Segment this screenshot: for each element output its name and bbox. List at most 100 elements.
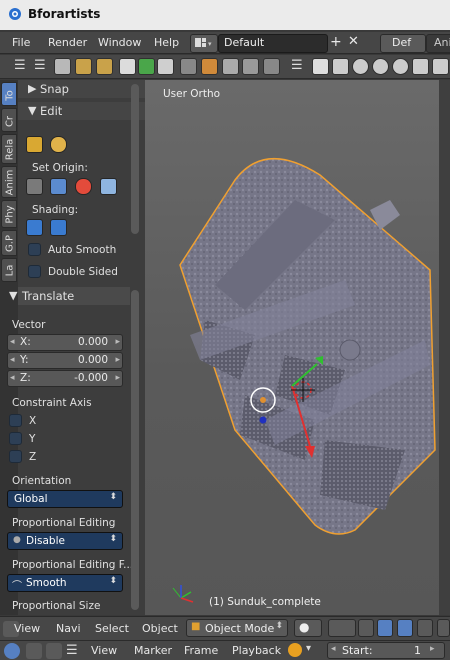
rotate-manipulator-icon[interactable]: [397, 619, 413, 637]
translate-manipulator-icon[interactable]: [377, 619, 393, 637]
menu-help[interactable]: Help: [154, 36, 179, 49]
decrement-arrow-icon[interactable]: ◂: [10, 355, 15, 365]
add-cube-icon[interactable]: [332, 58, 349, 75]
add-layout-icon[interactable]: +: [330, 34, 342, 50]
vector-y-field[interactable]: ◂ Y: 0.000 ▸: [7, 352, 123, 369]
duplicate-icon[interactable]: [50, 136, 67, 153]
tab-animation[interactable]: Anim: [1, 166, 17, 198]
vector-y-label: Y:: [20, 354, 29, 366]
render-image-icon[interactable]: [222, 58, 239, 75]
mode-dropdown[interactable]: ■ Object Mode ⬍: [186, 619, 288, 637]
timeline-menu-marker[interactable]: Marker: [134, 644, 172, 657]
hamburger-icon[interactable]: ☰: [291, 58, 303, 73]
transform-orientation-icon[interactable]: [437, 619, 450, 637]
import-icon[interactable]: [157, 58, 174, 75]
constraint-z-checkbox[interactable]: [9, 450, 22, 463]
shade-flat-icon[interactable]: [50, 219, 67, 236]
tab-relations-label: Rela: [4, 138, 16, 161]
save-icon[interactable]: [119, 58, 136, 75]
menu-window[interactable]: Window: [98, 36, 141, 49]
edit-panel-header[interactable]: ▼ Edit: [18, 102, 145, 120]
start-frame-field[interactable]: ◂ Start: 1 ▸: [327, 642, 445, 659]
proportional-editing-dropdown[interactable]: ● Disable ⬍: [7, 532, 123, 550]
origin-to-geometry-icon[interactable]: [26, 178, 43, 195]
decrement-arrow-icon[interactable]: ◂: [10, 373, 15, 383]
expand-arrow-icon: ▼: [9, 289, 18, 302]
join-icon[interactable]: [26, 136, 43, 153]
constraint-y-checkbox[interactable]: [9, 432, 22, 445]
layout-name-field[interactable]: Default: [218, 34, 328, 53]
proportional-falloff-dropdown[interactable]: ⌒ Smooth ⬍: [7, 574, 123, 592]
hamburger-icon[interactable]: ☰: [66, 643, 78, 658]
increment-arrow-icon[interactable]: ▸: [115, 337, 120, 347]
record-keyframe-icon[interactable]: [288, 643, 302, 657]
double-sided-checkbox[interactable]: [28, 265, 41, 278]
add-circle-icon[interactable]: [352, 58, 369, 75]
origin-to-center-of-mass-icon[interactable]: [100, 178, 117, 195]
tab-physics[interactable]: Phy: [1, 200, 17, 228]
header-menu-view[interactable]: View: [14, 622, 40, 635]
link-icon[interactable]: [180, 58, 197, 75]
orientation-dropdown[interactable]: Global ⬍: [7, 490, 123, 508]
menu-file[interactable]: File: [12, 36, 30, 49]
timeline-editor-icon[interactable]: [4, 643, 20, 659]
channels-icon[interactable]: [46, 643, 62, 659]
increment-arrow-icon[interactable]: ▸: [430, 644, 435, 654]
shade-smooth-icon[interactable]: [26, 219, 43, 236]
manipulator-toggle-icon[interactable]: [358, 619, 374, 637]
constraint-x-checkbox[interactable]: [9, 414, 22, 427]
menu-render[interactable]: Render: [48, 36, 87, 49]
geometry-to-origin-icon[interactable]: [50, 178, 67, 195]
scene-tab-def[interactable]: Def: [380, 34, 426, 53]
vector-z-field[interactable]: ◂ Z: -0.000 ▸: [7, 370, 123, 387]
layout-selector-button[interactable]: ▾: [190, 34, 218, 53]
vector-x-field[interactable]: ◂ X: 0.000 ▸: [7, 334, 123, 351]
viewport-shading-dropdown[interactable]: ●: [294, 619, 322, 637]
operator-panel-scrollbar[interactable]: [131, 290, 139, 610]
timeline-menu-playback[interactable]: Playback: [232, 644, 281, 657]
vector-x-label: X:: [20, 336, 31, 348]
decrement-arrow-icon[interactable]: ◂: [10, 337, 15, 347]
recent-folder-icon[interactable]: [96, 58, 113, 75]
timeline-menu-view[interactable]: View: [91, 644, 117, 657]
tab-tools[interactable]: To: [1, 82, 17, 106]
render-animation-icon[interactable]: [242, 58, 259, 75]
header-menu-select[interactable]: Select: [95, 622, 129, 635]
render-settings-icon[interactable]: [263, 58, 280, 75]
curve-icon[interactable]: [26, 643, 42, 659]
tab-relations[interactable]: Rela: [1, 134, 17, 164]
origin-to-cursor-icon[interactable]: [75, 178, 92, 195]
tab-layers-label: La: [4, 264, 16, 277]
add-cone-icon[interactable]: [432, 58, 449, 75]
3d-viewport[interactable]: User Ortho (1) Sunduk_complete: [145, 80, 450, 615]
undo-icon[interactable]: [201, 58, 218, 75]
translate-panel-header[interactable]: ▼ Translate: [9, 287, 130, 305]
scale-manipulator-icon[interactable]: [417, 619, 433, 637]
auto-smooth-checkbox[interactable]: [28, 243, 41, 256]
tab-layers[interactable]: La: [1, 258, 17, 282]
tab-create[interactable]: Cr: [1, 108, 17, 132]
header-menu-navi[interactable]: Navi: [56, 622, 81, 635]
remove-layout-icon[interactable]: ✕: [348, 34, 359, 49]
add-cylinder-icon[interactable]: [412, 58, 429, 75]
new-file-icon[interactable]: [54, 58, 71, 75]
header-menu-object[interactable]: Object: [142, 622, 178, 635]
hamburger-icon[interactable]: ☰: [14, 58, 26, 73]
pivot-point-dropdown[interactable]: [328, 619, 356, 637]
open-folder-icon[interactable]: [75, 58, 92, 75]
increment-arrow-icon[interactable]: ▸: [115, 355, 120, 365]
chevron-down-icon[interactable]: ▾: [306, 643, 311, 654]
decrement-arrow-icon[interactable]: ◂: [331, 644, 336, 654]
add-ico-sphere-icon[interactable]: [392, 58, 409, 75]
properties-region-edge[interactable]: [439, 80, 450, 615]
increment-arrow-icon[interactable]: ▸: [115, 373, 120, 383]
chest-model[interactable]: [145, 80, 445, 615]
hamburger-icon[interactable]: ☰: [34, 58, 46, 73]
snap-panel-header[interactable]: ▶ Snap: [18, 80, 145, 98]
timeline-menu-frame[interactable]: Frame: [184, 644, 218, 657]
add-uv-sphere-icon[interactable]: [372, 58, 389, 75]
add-plane-icon[interactable]: [312, 58, 329, 75]
scene-tab-ani[interactable]: Ani: [426, 34, 450, 53]
panel-scrollbar[interactable]: [131, 84, 139, 234]
save-as-icon[interactable]: [138, 58, 155, 75]
